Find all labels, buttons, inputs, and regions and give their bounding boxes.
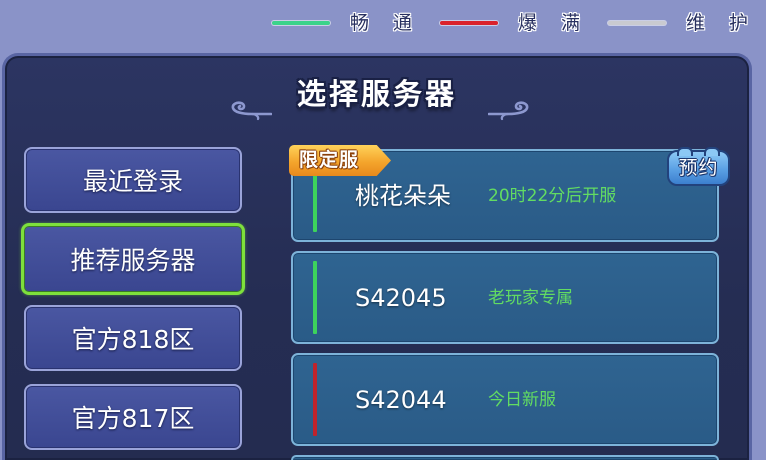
server-name: S42044 (355, 385, 447, 414)
server-card-partial[interactable] (291, 455, 719, 460)
status-legend: 畅通 爆满 维护 (272, 8, 748, 38)
legend-swatch-gray (608, 21, 666, 25)
legend-item-full: 爆满 (440, 8, 580, 38)
server-name: S42045 (355, 283, 447, 312)
category-recent-login[interactable]: 最近登录 (24, 147, 242, 213)
category-official-818[interactable]: 官方818区 (24, 305, 242, 371)
server-note: 20时22分后开服 (488, 185, 617, 206)
swirl-ornament-icon (231, 101, 272, 121)
legend-swatch-green (272, 21, 330, 25)
panel-title: 选择服务器 (296, 77, 457, 111)
server-card[interactable]: S42045 老玩家专属 (291, 251, 719, 344)
category-label: 官方818区 (71, 325, 195, 354)
server-name: 桃花朵朵 (355, 181, 451, 210)
server-select-panel: 选择服务器 最近登录 推荐服务器 官方818区 官方817区 桃花朵朵 20时2… (2, 53, 752, 460)
server-note: 老玩家专属 (488, 287, 573, 308)
category-recommended-servers[interactable]: 推荐服务器 (21, 223, 245, 295)
server-status-bar (313, 363, 317, 436)
server-card[interactable]: S42044 今日新服 (291, 353, 719, 446)
legend-item-maintenance: 维护 (608, 8, 748, 38)
limited-server-badge: 限定服 (289, 145, 391, 176)
reserve-button[interactable]: 预约 (667, 147, 730, 186)
category-label: 推荐服务器 (70, 246, 196, 275)
legend-item-smooth: 畅通 (272, 8, 412, 38)
server-status-bar (313, 261, 317, 334)
legend-swatch-red (440, 21, 498, 25)
server-note: 今日新服 (488, 389, 556, 410)
legend-label: 爆满 (518, 12, 580, 34)
swirl-ornament-icon (488, 101, 529, 121)
legend-label: 维护 (686, 12, 748, 34)
category-official-817[interactable]: 官方817区 (24, 384, 242, 450)
category-label: 最近登录 (82, 167, 183, 196)
category-label: 官方817区 (71, 404, 195, 433)
legend-label: 畅通 (350, 12, 412, 34)
